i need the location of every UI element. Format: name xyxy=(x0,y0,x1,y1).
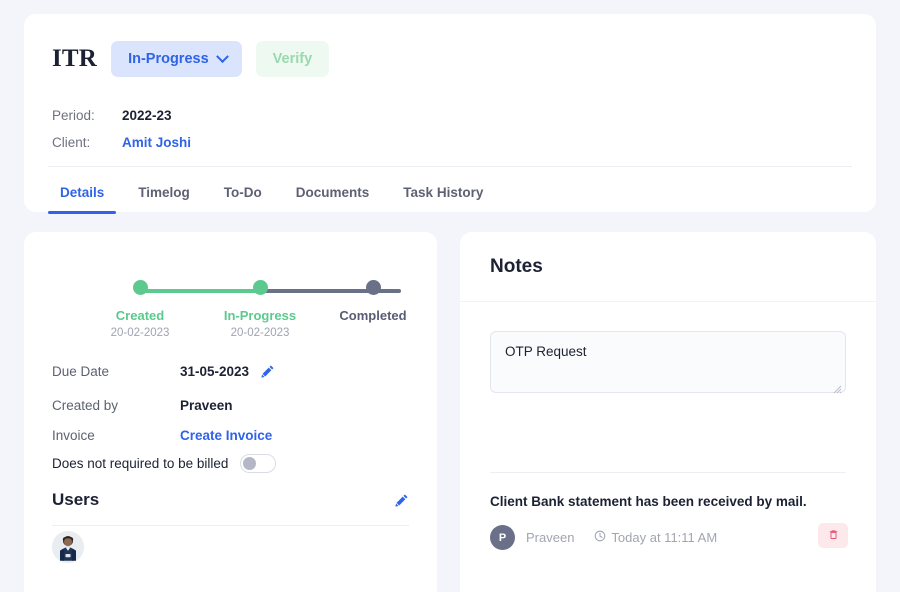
task-header-card: ITR In-Progress Verify Period: 2022-23 C… xyxy=(24,14,876,214)
note-list-item: Client Bank statement has been received … xyxy=(490,494,848,550)
note-author: Praveen xyxy=(526,530,575,545)
stepper-step-created[interactable]: Created 20-02-2023 xyxy=(85,280,195,339)
step-dot-created xyxy=(132,280,148,295)
page-title: ITR xyxy=(52,45,98,72)
tab-todo[interactable]: To-Do xyxy=(212,167,274,214)
note-time-wrap: Today at 11:11 AM xyxy=(594,529,717,547)
note-text: Client Bank statement has been received … xyxy=(490,494,807,509)
invoice-label: Invoice xyxy=(52,427,95,443)
notes-header-divider xyxy=(460,301,876,302)
due-date-row: Due Date 31-05-2023 xyxy=(52,352,409,390)
create-invoice-link[interactable]: Create Invoice xyxy=(180,428,272,443)
users-header: Users xyxy=(52,490,409,510)
note-meta: P Praveen Today at 11:11 AM xyxy=(490,523,848,550)
app-page: ITR In-Progress Verify Period: 2022-23 C… xyxy=(0,0,900,592)
user-avatar[interactable] xyxy=(52,531,84,563)
users-title: Users xyxy=(52,490,100,509)
client-label: Client: xyxy=(52,135,91,150)
stepper-step-completed[interactable]: Completed xyxy=(318,280,428,327)
users-divider xyxy=(52,525,409,526)
note-timestamp: Today at 11:11 AM xyxy=(611,530,718,545)
due-date-label: Due Date xyxy=(52,363,110,379)
notes-list-divider xyxy=(490,472,846,473)
client-link[interactable]: Amit Joshi xyxy=(122,135,191,150)
delete-note-button[interactable] xyxy=(818,523,848,548)
tab-bar: Details Timelog To-Do Documents Task His… xyxy=(48,166,852,214)
details-card: Created 20-02-2023 In-Progress 20-02-202… xyxy=(24,232,437,592)
step-label-in-progress: In-Progress xyxy=(223,308,297,323)
created-by-label: Created by xyxy=(52,397,119,413)
tab-documents[interactable]: Documents xyxy=(284,167,382,214)
tab-task-history[interactable]: Task History xyxy=(391,167,495,214)
status-dropdown[interactable]: In-Progress xyxy=(111,41,242,77)
stepper-step-in-progress[interactable]: In-Progress 20-02-2023 xyxy=(205,280,315,339)
period-row: Period: 2022-23 xyxy=(52,102,191,129)
trash-icon xyxy=(828,528,839,543)
progress-stepper: Created 20-02-2023 In-Progress 20-02-202… xyxy=(52,256,409,339)
note-author-avatar: P xyxy=(490,525,515,550)
step-label-created: Created xyxy=(115,308,165,323)
step-dot-completed xyxy=(365,280,381,295)
task-meta: Period: 2022-23 Client: Amit Joshi xyxy=(52,102,191,156)
client-row: Client: Amit Joshi xyxy=(52,129,191,156)
period-label: Period: xyxy=(52,108,95,123)
toggle-knob xyxy=(243,457,257,470)
tab-details[interactable]: Details xyxy=(48,167,117,214)
invoice-row: Invoice Create Invoice xyxy=(52,420,409,450)
note-input[interactable] xyxy=(490,331,846,393)
step-date-in-progress: 20-02-2023 xyxy=(230,327,290,339)
billed-toggle[interactable] xyxy=(240,454,277,473)
step-date-created: 20-02-2023 xyxy=(110,327,170,339)
created-by-value: Praveen xyxy=(180,397,233,413)
tab-timelog[interactable]: Timelog xyxy=(126,167,202,214)
step-label-completed: Completed xyxy=(339,308,407,323)
billed-row: Does not required to be billed xyxy=(52,454,277,473)
detail-rows: Due Date 31-05-2023 Created by Praveen I… xyxy=(52,352,409,450)
billed-label: Does not required to be billed xyxy=(52,456,229,471)
verify-button[interactable]: Verify xyxy=(255,41,330,77)
notes-title: Notes xyxy=(490,256,543,277)
edit-users-icon[interactable] xyxy=(394,493,409,508)
step-dot-in-progress xyxy=(252,280,268,295)
chevron-down-icon xyxy=(215,49,229,63)
edit-due-date-icon[interactable] xyxy=(260,364,275,379)
notes-card: Notes Post Client Bank statement has bee… xyxy=(460,232,876,592)
period-value: 2022-23 xyxy=(122,108,172,123)
title-row: ITR In-Progress Verify xyxy=(52,41,330,77)
due-date-value: 31-05-2023 xyxy=(180,363,250,379)
status-dropdown-label: In-Progress xyxy=(128,51,209,67)
created-by-row: Created by Praveen xyxy=(52,390,409,420)
clock-icon xyxy=(594,529,606,547)
